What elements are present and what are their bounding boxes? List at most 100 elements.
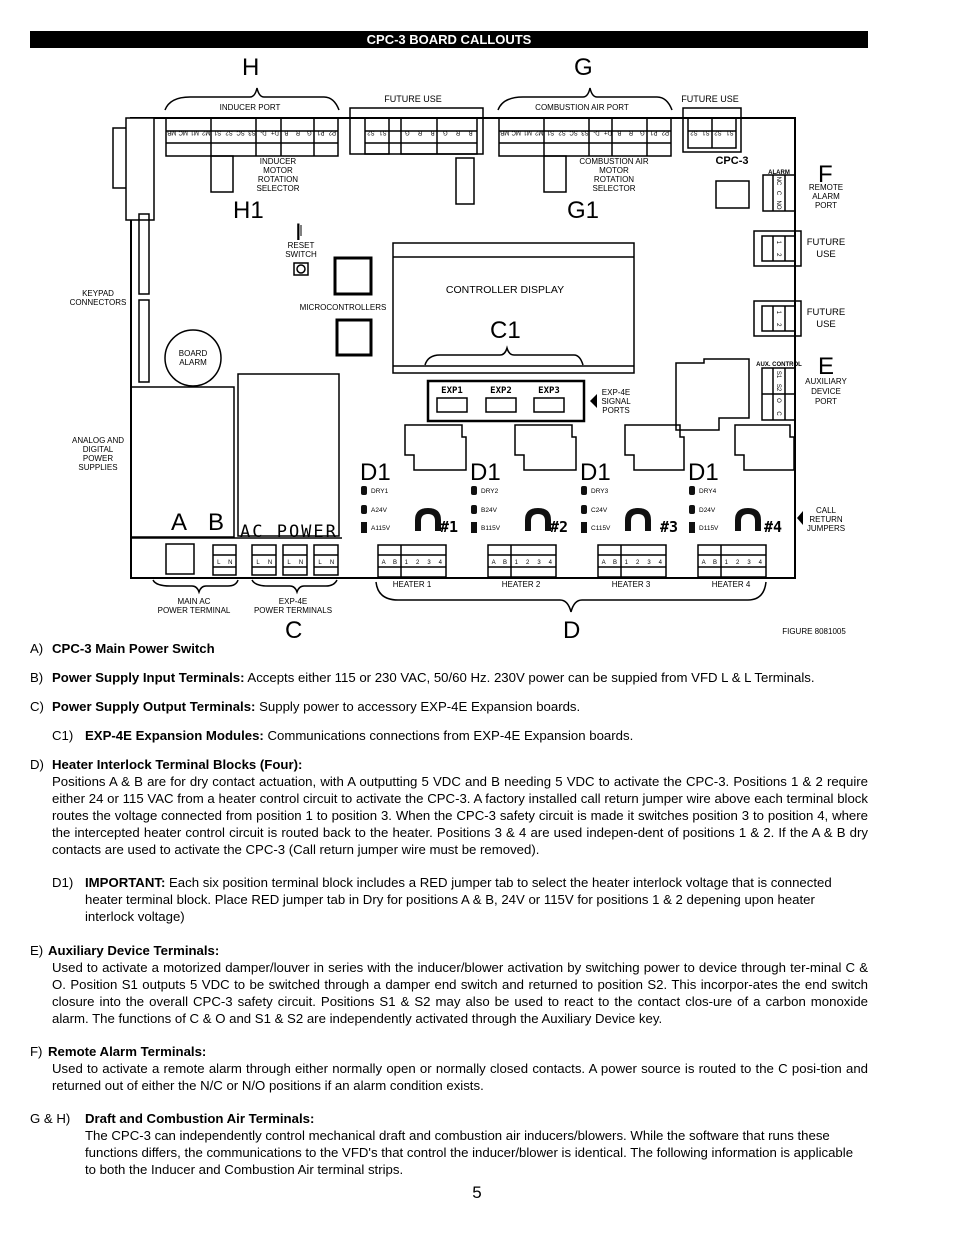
callout-d: D (563, 617, 580, 640)
jumper-label: A24V (371, 507, 388, 514)
callout-b: B (208, 509, 224, 536)
call-return-label-2: RETURN (809, 515, 843, 524)
combustion-pin-label: M1 (523, 129, 532, 135)
power-supplies-label-4: SUPPLIES (78, 463, 117, 472)
exp4e-power-label-2: POWER TERMINALS (254, 606, 332, 615)
main-ac-label-1: MAIN AC (178, 597, 211, 606)
keypad-label-2: CONNECTORS (70, 298, 127, 307)
digital-io-pin-label: S1 (726, 129, 734, 135)
alarm-pin-label: NC (775, 177, 781, 186)
heater-2-number: #2 (550, 518, 568, 536)
description-b-title: Power Supply Input Terminals: (52, 670, 245, 685)
callout-d1-2: D1 (470, 459, 501, 486)
call-return-label-1: CALL (816, 506, 837, 515)
heater-pin-label: 2 (416, 560, 420, 566)
heater-pin-label: B (393, 560, 397, 566)
description-d1-title: IMPORTANT: (85, 875, 166, 890)
ac-pin-label: N (268, 560, 272, 566)
description-f-text: Used to activate a remote alarm through … (52, 1061, 868, 1093)
inducer-pin-label: P1 (316, 129, 324, 135)
heater-4-number: #4 (764, 518, 782, 536)
controller-display (392, 242, 635, 374)
callout-c1: C1 (490, 317, 521, 344)
future-right-pin-label: 2 (775, 323, 781, 327)
description-f-title: Remote Alarm Terminals: (48, 1044, 207, 1059)
jumper-label: B24V (481, 507, 498, 514)
combustion-rotation-selector (543, 155, 567, 193)
page-number: 5 (472, 1183, 482, 1202)
heater-2-label: HEATER 2 (502, 580, 541, 589)
inducer-rotation-label-3: ROTATION (258, 175, 298, 184)
callout-e: E (818, 353, 834, 380)
callout-g1: G1 (567, 197, 599, 224)
heater-pin-label: A (492, 560, 496, 566)
heater-pin-label: 3 (427, 560, 431, 566)
combustion-pin-label: G (640, 129, 645, 135)
combustion-pin-label: M2 (534, 129, 543, 135)
digital-io-pin-label: S1 (702, 129, 710, 135)
description-b-text: Accepts either 115 or 230 VAC, 50/60 Hz.… (244, 670, 815, 685)
jumper-label: DRY2 (481, 488, 499, 495)
main-power-switch (165, 543, 195, 575)
future-use-right-2-label-2: USE (816, 319, 836, 330)
jumper-label: B115V (481, 525, 501, 532)
description-f-label: F) (30, 1044, 43, 1059)
board-alarm-label-2: ALARM (179, 358, 207, 367)
inducer-pin-label: D- (260, 129, 266, 135)
heater-pin-label: B (613, 560, 617, 566)
heater-pin-label: 4 (759, 560, 763, 566)
board-outline (130, 117, 796, 579)
exp4e-signal-label-1: EXP-4E (602, 388, 630, 397)
exp4e-signal-label-3: PORTS (602, 406, 629, 415)
keypad-connector-2 (138, 299, 150, 383)
future-pin-label: S1 (379, 129, 387, 135)
keypad-connector-1 (138, 213, 150, 295)
aux-pin-label: C (775, 411, 781, 416)
heater-pin-label: A (382, 560, 386, 566)
jumper-label: DRY1 (371, 488, 389, 495)
aux-control-header: AUX. CONTROL (756, 362, 802, 368)
future-right-pin-label: 1 (775, 241, 781, 245)
combustion-pin-label: B (617, 129, 621, 135)
microcontroller-1 (333, 256, 373, 296)
inducer-pin-label: D+ (271, 129, 279, 135)
description-d-text: Positions A & B are for dry contact actu… (52, 774, 868, 857)
keypad-label-1: KEYPAD (82, 289, 114, 298)
heater-pin-label: B (503, 560, 507, 566)
ac-power-label: AC POWER (240, 522, 338, 542)
heater-pin-label: A (602, 560, 606, 566)
description-c-label: C) (30, 699, 44, 714)
combustion-pin-label: MC (511, 129, 521, 135)
callout-h1: H1 (233, 197, 264, 224)
reset-switch-label-2: SWITCH (285, 250, 317, 259)
alarm-header: ALARM (768, 170, 790, 176)
power-supplies-label-1: ANALOG AND (72, 436, 124, 445)
inducer-pin-label: B (284, 129, 288, 135)
inducer-pin-label: S3 (248, 129, 256, 135)
ac-pin-label: N (228, 560, 232, 566)
description-c-text: Supply power to accessory EXP-4E Expansi… (255, 699, 581, 714)
heater-pin-label: 3 (647, 560, 651, 566)
callout-d1-1: D1 (360, 459, 391, 486)
heater-pin-label: 1 (405, 560, 409, 566)
heater-pin-label: 1 (725, 560, 729, 566)
combustion-pin-label: R (628, 129, 633, 135)
description-c1-label: C1) (52, 728, 74, 743)
description-d1-text: Each six position terminal block include… (85, 875, 832, 924)
heater-1-label: HEATER 1 (393, 580, 432, 589)
future-right-pin-label: 1 (775, 311, 781, 315)
ac-pin-label: N (299, 560, 303, 566)
jumper-label: D24V (699, 507, 716, 514)
aux-device-label-3: PORT (815, 397, 837, 406)
inducer-pin-label: MC (178, 129, 188, 135)
description-c-title: Power Supply Output Terminals: (52, 699, 256, 714)
heater-pin-label: 3 (537, 560, 541, 566)
callout-c: C (285, 617, 302, 640)
sensor-pin-label: B (431, 129, 435, 135)
brace-d (375, 581, 767, 613)
combustion-pin-label: P2 (661, 129, 669, 135)
inducer-port-label: INDUCER PORT (220, 103, 281, 112)
inducer-pin-label: S2 (225, 129, 233, 135)
description-gh-label: G & H) (30, 1111, 71, 1126)
ac-pin-label: L (318, 560, 322, 566)
